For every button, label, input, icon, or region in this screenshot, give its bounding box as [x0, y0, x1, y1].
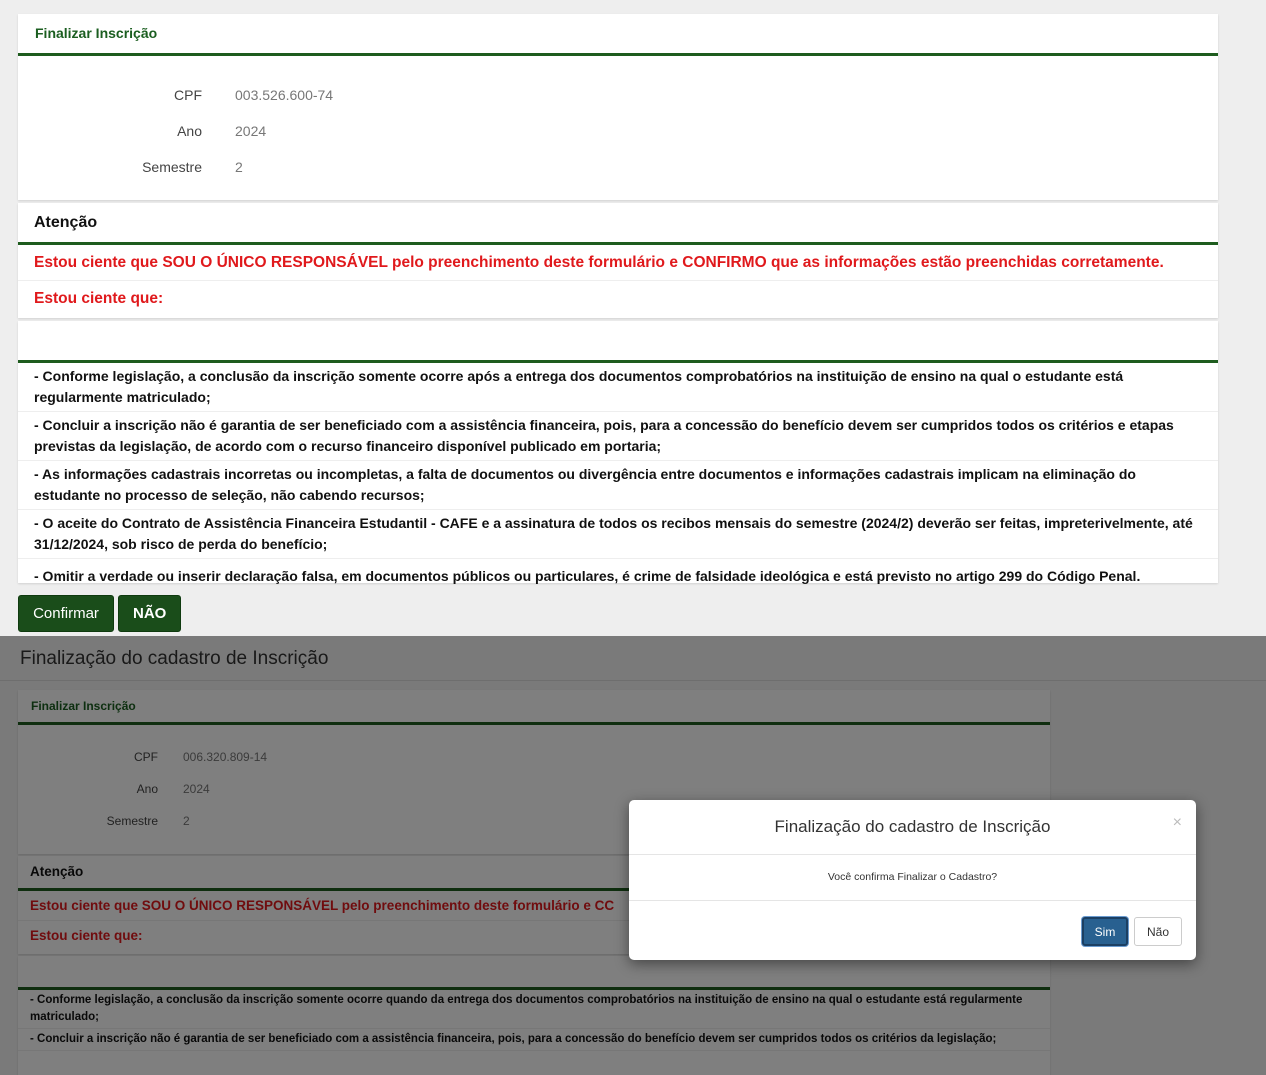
field-value: 003.526.600-74	[235, 87, 334, 103]
dialog-message: Você confirma Finalizar o Cadastro?	[629, 855, 1196, 901]
no-button[interactable]: Não	[1134, 917, 1182, 946]
field-value: 2	[235, 159, 243, 175]
dialog-footer: Sim Não	[629, 901, 1196, 959]
field-label: CPF	[174, 87, 202, 103]
no-button[interactable]: NÃO	[118, 595, 181, 632]
close-icon[interactable]: ×	[1173, 814, 1182, 832]
list-item: - Omitir a verdade ou inserir declaração…	[34, 568, 1141, 584]
confirm-dialog: Finalização do cadastro de Inscrição × V…	[629, 800, 1196, 960]
list-item: - O aceite do Contrato de Assistência Fi…	[18, 510, 1218, 559]
confirm-button[interactable]: Confirmar	[18, 595, 114, 632]
field-label: Semestre	[142, 159, 202, 175]
field-value: 2024	[235, 123, 267, 139]
dialog-header: Finalização do cadastro de Inscrição ×	[629, 800, 1196, 855]
terms-header	[18, 321, 1218, 363]
info-card: Finalizar Inscrição CPF 003.526.600-74 A…	[18, 14, 1218, 200]
list-item: - Conforme legislação, a conclusão da in…	[18, 363, 1218, 412]
top-screen: Finalizar Inscrição CPF 003.526.600-74 A…	[0, 0, 1266, 636]
aware-statement: Estou ciente que:	[34, 290, 164, 307]
dialog-title: Finalização do cadastro de Inscrição	[774, 817, 1051, 836]
list-item: - Concluir a inscrição não é garantia de…	[18, 412, 1218, 461]
bottom-screen: Finalização do cadastro de Inscrição Fin…	[0, 636, 1266, 1075]
yes-button[interactable]: Sim	[1082, 917, 1128, 946]
attention-title: Atenção	[18, 203, 1218, 245]
field-label: Ano	[177, 123, 202, 139]
card-title: Finalizar Inscrição	[18, 14, 1218, 56]
attention-card: Atenção Estou ciente que SOU O ÚNICO RES…	[18, 203, 1218, 318]
responsibility-statement: Estou ciente que SOU O ÚNICO RESPONSÁVEL…	[18, 245, 1218, 281]
list-item: - As informações cadastrais incorretas o…	[18, 461, 1218, 510]
terms-card: - Conforme legislação, a conclusão da in…	[18, 321, 1218, 584]
